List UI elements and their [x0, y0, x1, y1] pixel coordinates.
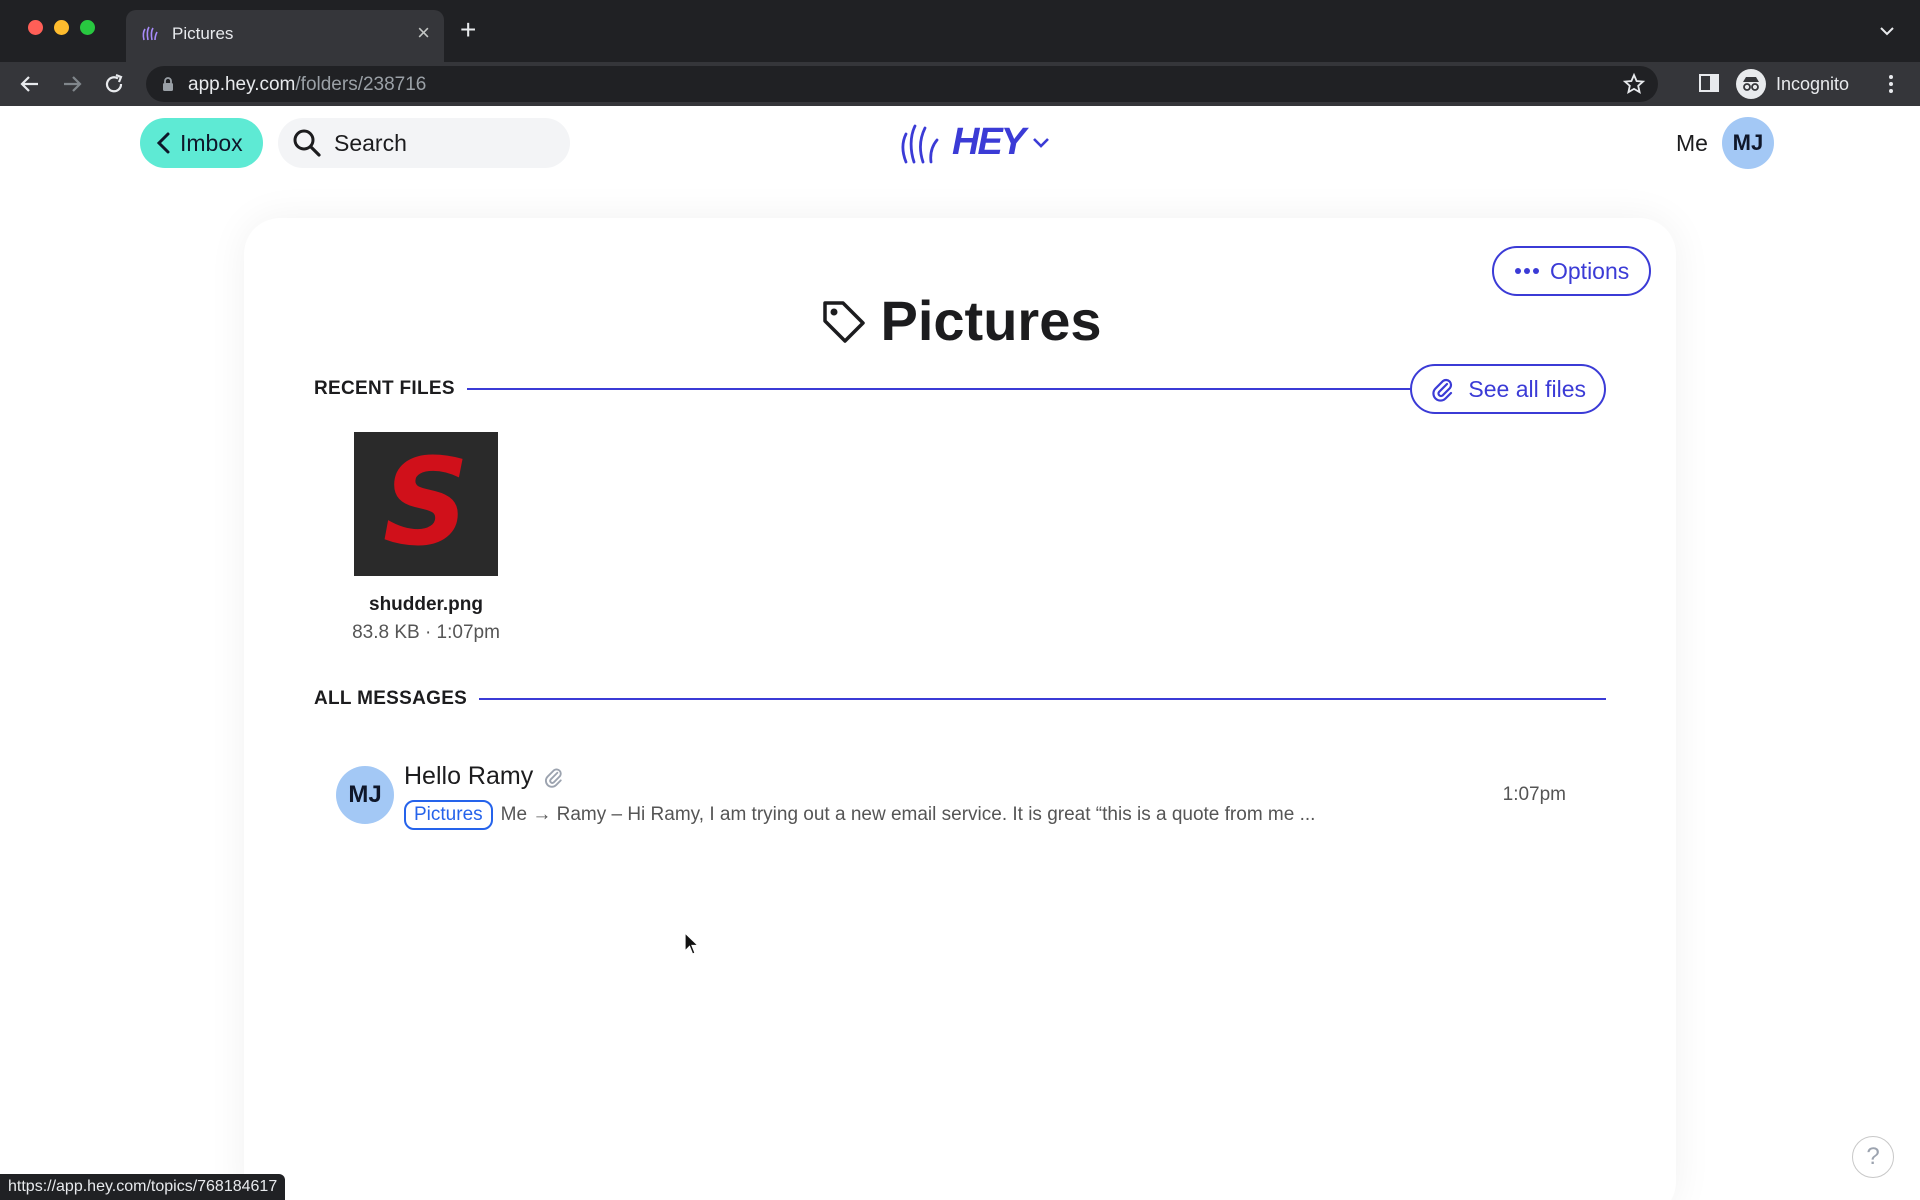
page-title-row: Pictures [244, 288, 1676, 353]
forward-arrow-icon[interactable] [60, 72, 84, 96]
recent-files-heading: RECENT FILES [314, 378, 455, 399]
all-messages-heading: ALL MESSAGES [314, 688, 468, 709]
incognito-profile[interactable]: Incognito [1736, 66, 1849, 102]
maximize-window-button[interactable] [80, 20, 95, 35]
folder-card: Options Pictures RECENT FILES See all fi… [244, 218, 1676, 1200]
reload-icon[interactable] [102, 72, 126, 96]
file-thumbnail: S [354, 432, 498, 576]
message-preview: Me → Ramy – Hi Ramy, I am trying out a n… [500, 804, 1316, 825]
recent-files-header: RECENT FILES See all files [314, 364, 1606, 414]
chevron-down-icon [1033, 138, 1050, 148]
section-divider [466, 388, 1411, 390]
file-meta: 83.8 KB · 1:07pm [352, 622, 500, 643]
options-label: Options [1550, 257, 1630, 284]
incognito-label: Incognito [1776, 73, 1850, 94]
avatar: MJ [336, 766, 394, 824]
see-all-files-label: See all files [1468, 375, 1586, 402]
paperclip-icon [545, 767, 562, 788]
browser-tab[interactable]: Pictures × [126, 10, 444, 62]
chevron-down-icon[interactable] [1878, 22, 1896, 40]
shudder-logo-letter: S [382, 434, 470, 573]
help-button[interactable]: ? [1852, 1136, 1894, 1178]
message-summary: Pictures Me → Ramy – Hi Ramy, I am tryin… [404, 800, 1315, 830]
new-tab-button[interactable]: + [460, 16, 476, 44]
browser-menu-icon[interactable] [1882, 72, 1900, 96]
message-subject: Hello Ramy [404, 762, 534, 790]
back-arrow-icon[interactable] [18, 72, 42, 96]
bookmark-star-icon[interactable] [1622, 72, 1646, 96]
search-icon [293, 129, 321, 157]
me-menu[interactable]: Me MJ [1676, 116, 1774, 170]
tab-title: Pictures [172, 24, 234, 43]
status-bar-url: https://app.hey.com/topics/768184617 [0, 1174, 286, 1200]
message-subject-line: Hello Ramy [404, 762, 565, 791]
hey-hand-icon [901, 124, 939, 164]
all-messages-header: ALL MESSAGES [314, 688, 1606, 710]
browser-tab-bar: Pictures × + [0, 0, 1920, 62]
file-item[interactable]: S shudder.png 83.8 KB · 1:07pm [340, 432, 512, 644]
tag-icon [822, 300, 865, 343]
section-divider [479, 698, 1606, 700]
page-title: Pictures [880, 289, 1102, 352]
url-path: /folders/238716 [295, 74, 427, 95]
hey-hand-icon [142, 26, 158, 41]
hey-logo-text: HEY [952, 120, 1026, 163]
message-row[interactable]: MJ Hello Ramy Pictures Me → Ramy – Hi Ra… [324, 756, 1596, 840]
browser-toolbar: app.hey.com/folders/238716 Incognito [0, 62, 1920, 106]
url-text: app.hey.com/folders/238716 [188, 74, 426, 96]
side-panel-icon[interactable] [1698, 72, 1720, 94]
avatar: MJ [1721, 117, 1774, 169]
message-time: 1:07pm [1502, 784, 1566, 805]
more-dots-icon [1515, 268, 1539, 274]
paperclip-icon [1432, 378, 1453, 402]
url-host: app.hey.com [188, 74, 296, 95]
see-all-files-button[interactable]: See all files [1410, 364, 1606, 414]
address-bar[interactable]: app.hey.com/folders/238716 [146, 66, 1658, 102]
imbox-back-button[interactable]: Imbox [140, 118, 263, 168]
imbox-label: Imbox [180, 129, 243, 156]
file-name: shudder.png [369, 594, 483, 615]
incognito-icon [1736, 69, 1766, 99]
lock-icon [163, 77, 173, 91]
me-label: Me [1676, 129, 1708, 156]
folder-tag-badge[interactable]: Pictures [404, 800, 493, 830]
close-window-button[interactable] [28, 20, 43, 35]
app-header: Imbox Search HEY Me MJ [0, 106, 1920, 178]
chevron-left-icon [156, 132, 170, 154]
search-label: Search [334, 129, 407, 156]
minimize-window-button[interactable] [54, 20, 69, 35]
hey-logo-menu[interactable]: HEY [898, 116, 1052, 168]
mouse-cursor-icon [684, 932, 700, 955]
tab-close-icon[interactable]: × [417, 22, 430, 44]
search-button[interactable]: Search [278, 118, 570, 168]
